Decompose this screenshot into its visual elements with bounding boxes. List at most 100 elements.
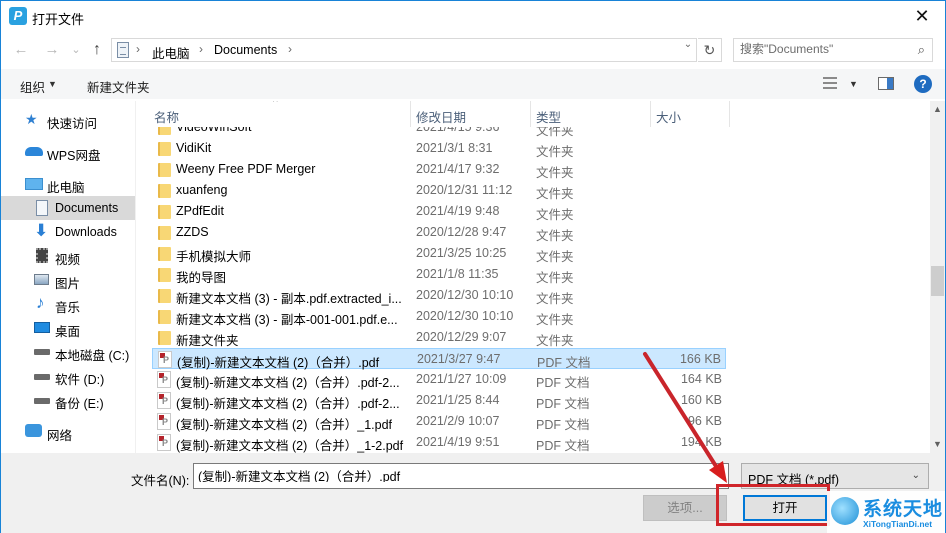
- address-history-dropdown[interactable]: ⌄: [678, 39, 698, 50]
- music-icon: ♪: [36, 293, 45, 312]
- file-row[interactable]: 我的导图 2021/1/8 11:35 文件夹: [152, 264, 726, 285]
- sidebar-item-documents[interactable]: Documents: [1, 196, 135, 220]
- column-header-type[interactable]: 类型: [536, 107, 561, 126]
- scroll-up-button[interactable]: ▲: [930, 101, 945, 118]
- sidebar-item-label: 备份 (E:): [55, 397, 104, 411]
- file-row[interactable]: VidiKit 2021/3/1 8:31 文件夹: [152, 138, 726, 159]
- up-button[interactable]: ↑: [86, 39, 108, 61]
- sidebar-item-drive-d[interactable]: 软件 (D:): [1, 364, 135, 388]
- documents-location-icon: [117, 42, 129, 58]
- search-box[interactable]: ⌕: [733, 38, 933, 62]
- video-icon: [36, 248, 48, 263]
- scroll-down-button[interactable]: ▼: [930, 436, 945, 453]
- organize-button[interactable]: 组织: [20, 77, 45, 96]
- address-bar[interactable]: › 此电脑 › Documents ›: [111, 38, 697, 62]
- view-caret-icon[interactable]: ▼: [849, 79, 858, 89]
- breadcrumb-separator[interactable]: ›: [136, 42, 140, 56]
- file-row[interactable]: 手机模拟大师 2021/3/25 10:25 文件夹: [152, 243, 726, 264]
- column-header-size[interactable]: 大小: [656, 107, 681, 126]
- file-row[interactable]: (复制)-新建文本文档 (2)（合并）.pdf-2... 2021/1/25 8:…: [152, 390, 726, 411]
- pdf-file-icon: [157, 434, 171, 451]
- file-row[interactable]: (复制)-新建文本文档 (2)（合并）.pdf2021/3/27 9:47PDF…: [152, 348, 726, 370]
- chevron-down-icon[interactable]: ⌄: [716, 469, 724, 480]
- file-row[interactable]: (复制)-新建文本文档 (2)（合并）_1.pdf 2021/2/9 10:07 P…: [152, 411, 726, 432]
- file-row[interactable]: 新建文件夹 2020/12/29 9:07 文件夹: [152, 327, 726, 348]
- folder-icon: [158, 184, 171, 198]
- breadcrumb-separator[interactable]: ›: [288, 42, 292, 56]
- sidebar-item-wps-cloud[interactable]: WPS网盘: [1, 140, 135, 164]
- folder-icon: [158, 247, 171, 261]
- file-row[interactable]: (复制)-新建文本文档 (2)（合并）_1-2.pdf 2021/4/19 9:5…: [152, 432, 726, 453]
- drive-c-icon: [34, 349, 50, 355]
- column-divider[interactable]: [650, 101, 651, 127]
- column-header-name[interactable]: 名称: [154, 107, 179, 126]
- file-row[interactable]: ZPdfEdit 2021/4/19 9:48 文件夹: [152, 201, 726, 222]
- sidebar-item-desktop[interactable]: 桌面: [1, 316, 135, 340]
- options-button[interactable]: 选项...: [643, 495, 727, 521]
- search-input[interactable]: [740, 42, 910, 56]
- sidebar-item-drive-c[interactable]: 本地磁盘 (C:): [1, 340, 135, 364]
- column-divider[interactable]: [530, 101, 531, 127]
- file-type: 文件夹: [536, 313, 574, 327]
- filename-input[interactable]: [198, 468, 698, 482]
- file-row[interactable]: xuanfeng 2020/12/31 11:12 文件夹: [152, 180, 726, 201]
- picture-icon: [34, 274, 49, 285]
- file-row[interactable]: 新建文本文档 (3) - 副本-001-001.pdf.e... 2020/12/…: [152, 306, 726, 327]
- file-name: 新建文本文档 (3) - 副本-001-001.pdf.e...: [176, 313, 398, 327]
- sidebar-item-downloads[interactable]: ⬇ Downloads: [1, 220, 135, 244]
- sidebar-item-pictures[interactable]: 图片: [1, 268, 135, 292]
- vertical-scrollbar[interactable]: ▲ ▼: [930, 101, 945, 453]
- file-type: 文件夹: [536, 229, 574, 243]
- file-type: PDF 文档: [536, 397, 590, 411]
- close-button[interactable]: ✕: [899, 1, 945, 32]
- sidebar-item-music[interactable]: ♪ 音乐: [1, 292, 135, 316]
- filename-combobox[interactable]: ⌄: [193, 463, 729, 489]
- help-icon[interactable]: ?: [914, 75, 932, 93]
- sidebar-item-label: 快速访问: [47, 117, 98, 131]
- file-date: 2021/2/9 10:07: [416, 414, 500, 428]
- breadcrumb-documents[interactable]: Documents: [214, 43, 277, 57]
- search-icon[interactable]: ⌕: [918, 42, 925, 58]
- dialog-title: 打开文件: [32, 12, 85, 27]
- sidebar-item-drive-e[interactable]: 备份 (E:): [1, 388, 135, 412]
- file-date: 2021/1/8 11:35: [416, 267, 499, 281]
- file-date: 2021/3/25 10:25: [416, 246, 507, 260]
- column-divider[interactable]: [410, 101, 411, 127]
- sidebar-item-label: 视频: [55, 253, 81, 267]
- sidebar-item-this-pc[interactable]: 此电脑: [1, 172, 135, 196]
- file-row[interactable]: (复制)-新建文本文档 (2)（合并）.pdf-2... 2021/1/27 10…: [152, 369, 726, 390]
- file-date: 2021/1/25 8:44: [416, 393, 500, 407]
- breadcrumb-this-pc[interactable]: 此电脑: [152, 43, 190, 62]
- forward-button[interactable]: →: [41, 39, 63, 61]
- new-folder-button[interactable]: 新建文件夹: [87, 77, 150, 96]
- sidebar-item-network[interactable]: 网络: [1, 420, 135, 444]
- preview-pane-icon[interactable]: [878, 77, 894, 90]
- file-row[interactable]: Weeny Free PDF Merger 2021/4/17 9:32 文件夹: [152, 159, 726, 180]
- file-row[interactable]: ZZDS 2020/12/28 9:47 文件夹: [152, 222, 726, 243]
- file-date: 2021/4/17 9:32: [416, 162, 500, 176]
- sidebar-item-quick-access[interactable]: ★ 快速访问: [1, 108, 135, 132]
- column-divider[interactable]: [729, 101, 730, 127]
- back-button[interactable]: ←: [10, 39, 32, 61]
- sidebar-item-label: 图片: [55, 277, 81, 291]
- file-date: 2021/4/19 9:48: [416, 204, 500, 218]
- file-row[interactable]: 新建文本文档 (3) - 副本.pdf.extracted_i... 2020/1…: [152, 285, 726, 306]
- recent-locations-button[interactable]: ⌄: [65, 39, 87, 61]
- pdf-file-icon: [157, 413, 171, 430]
- sidebar-item-label: WPS网盘: [47, 149, 101, 163]
- file-type: 文件夹: [536, 250, 574, 264]
- folder-icon: [158, 163, 171, 177]
- column-header-date[interactable]: 修改日期: [416, 107, 466, 126]
- breadcrumb-separator[interactable]: ›: [199, 42, 203, 56]
- sidebar-item-videos[interactable]: 视频: [1, 244, 135, 268]
- file-size: 166 KB: [679, 352, 721, 366]
- open-file-dialog: P 打开文件 ✕ ← → ⌄ ↑ › 此电脑 › Documents › ⌄ ↻…: [0, 0, 946, 533]
- file-date: 2020/12/31 11:12: [416, 183, 513, 197]
- file-name: 我的导图: [176, 271, 227, 285]
- refresh-icon: ↻: [703, 42, 716, 58]
- view-options-icon[interactable]: [823, 77, 837, 90]
- site-watermark: 系统天地 XiTongTianDi.net: [827, 491, 945, 533]
- refresh-button[interactable]: ↻: [698, 38, 722, 62]
- folder-icon: [158, 268, 171, 282]
- scroll-thumb[interactable]: [931, 266, 944, 296]
